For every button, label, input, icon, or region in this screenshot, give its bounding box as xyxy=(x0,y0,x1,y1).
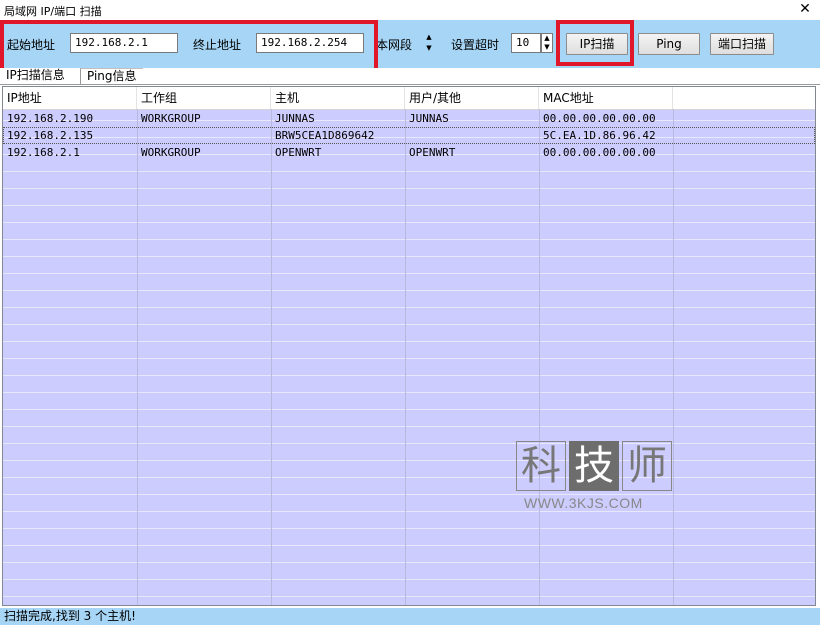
cell-host: OPENWRT xyxy=(275,146,322,159)
cell-host: JUNNAS xyxy=(275,112,315,125)
ip-scan-highlight-box xyxy=(556,20,634,66)
title-bar: 局域网 IP/端口 扫描 ✕ xyxy=(0,0,820,20)
close-icon[interactable]: ✕ xyxy=(798,1,812,17)
tab-ping-info[interactable]: Ping信息 xyxy=(80,68,143,84)
timeout-stepper[interactable]: ▲ ▼ xyxy=(541,33,553,53)
ping-button[interactable]: Ping xyxy=(638,33,700,55)
spin-down-icon[interactable]: ▼ xyxy=(423,43,435,54)
column-ip[interactable]: IP地址 xyxy=(3,87,137,109)
watermark-char: 技 xyxy=(569,441,619,491)
timeout-down-icon[interactable]: ▼ xyxy=(542,43,552,52)
window-title: 局域网 IP/端口 扫描 xyxy=(4,5,102,18)
cell-user: JUNNAS xyxy=(409,112,449,125)
column-user[interactable]: 用户/其他 xyxy=(405,87,539,109)
cell-ip: 192.168.2.190 xyxy=(7,112,94,125)
segment-spinner[interactable]: ▲ ▼ xyxy=(423,32,435,54)
cell-ip: 192.168.2.1 xyxy=(7,146,80,159)
cell-mac: 00.00.00.00.00.00 xyxy=(543,112,656,125)
column-host[interactable]: 主机 xyxy=(271,87,405,109)
cell-mac: 5C.EA.1D.86.96.42 xyxy=(543,129,656,142)
table-row[interactable]: 192.168.2.1 WORKGROUP OPENWRT OPENWRT 00… xyxy=(3,144,815,161)
spin-up-icon[interactable]: ▲ xyxy=(423,32,435,43)
list-rows: 192.168.2.190 WORKGROUP JUNNAS JUNNAS 00… xyxy=(3,110,815,161)
timeout-label: 设置超时 xyxy=(451,38,500,52)
cell-workgroup: WORKGROUP xyxy=(141,146,201,159)
column-workgroup[interactable]: 工作组 xyxy=(137,87,271,109)
results-list[interactable]: IP地址 工作组 主机 用户/其他 MAC地址 192.168.2.190 WO… xyxy=(2,86,816,606)
cell-ip: 192.168.2.135 xyxy=(7,129,94,142)
cell-mac: 00.00.00.00.00.00 xyxy=(543,146,656,159)
column-mac[interactable]: MAC地址 xyxy=(539,87,673,109)
cell-user xyxy=(405,127,539,144)
tab-strip: IP扫描信息 Ping信息 xyxy=(0,68,820,85)
watermark-url: WWW.3KJS.COM xyxy=(524,495,643,511)
local-segment-label: 本网段 xyxy=(376,38,413,52)
list-header: IP地址 工作组 主机 用户/其他 MAC地址 xyxy=(3,87,815,110)
cell-workgroup xyxy=(137,127,271,144)
cell-workgroup: WORKGROUP xyxy=(141,112,201,125)
timeout-input[interactable]: 10 xyxy=(511,33,541,53)
table-row[interactable]: 192.168.2.135 BRW5CEA1D869642 5C.EA.1D.8… xyxy=(3,127,815,144)
watermark-logo: 科 技 师 WWW.3KJS.COM xyxy=(516,441,676,516)
timeout-up-icon[interactable]: ▲ xyxy=(542,34,552,43)
tab-ip-scan-info[interactable]: IP扫描信息 xyxy=(0,68,71,84)
cell-user: OPENWRT xyxy=(409,146,456,159)
status-bar: 扫描完成,找到 3 个主机! xyxy=(0,608,820,625)
table-row[interactable]: 192.168.2.190 WORKGROUP JUNNAS JUNNAS 00… xyxy=(3,110,815,127)
address-highlight-box xyxy=(0,20,378,72)
port-scan-button[interactable]: 端口扫描 xyxy=(710,33,774,55)
watermark-char: 师 xyxy=(622,441,672,491)
watermark-char: 科 xyxy=(516,441,566,491)
cell-host: BRW5CEA1D869642 xyxy=(275,129,375,142)
